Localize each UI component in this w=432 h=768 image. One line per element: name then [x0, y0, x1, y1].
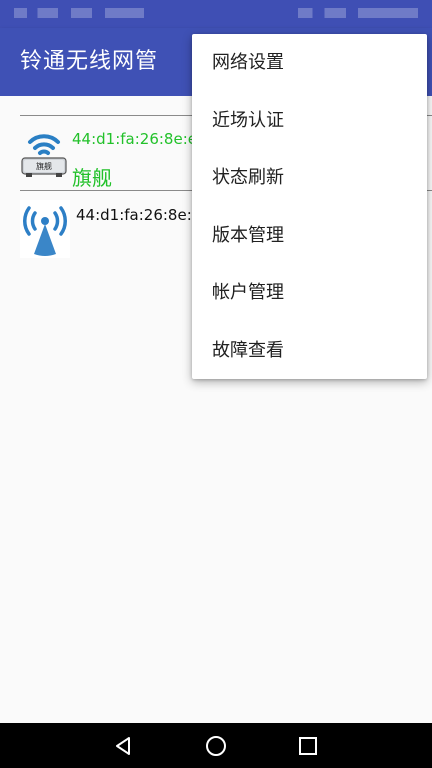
menu-item-account-management[interactable]: 帐户管理 [192, 264, 427, 322]
menu-item-version-management[interactable]: 版本管理 [192, 207, 427, 265]
menu-item-fault-view[interactable]: 故障查看 [192, 322, 427, 380]
device-badge: 旗舰 [36, 161, 52, 171]
status-bar-right [298, 8, 418, 18]
flagship-router-icon: 旗舰 [21, 134, 67, 177]
wireless-antenna-icon [20, 200, 70, 258]
menu-item-refresh-status[interactable]: 状态刷新 [192, 149, 427, 207]
status-bar-left [14, 8, 144, 18]
status-bar [0, 0, 432, 28]
menu-item-network-settings[interactable]: 网络设置 [192, 34, 427, 92]
menu-item-nfc-auth[interactable]: 近场认证 [192, 92, 427, 150]
device-mac: 44:d1:fa:26:8e:c [76, 206, 200, 224]
device-type: 旗舰 [72, 166, 112, 190]
home-icon[interactable] [205, 735, 227, 757]
recents-icon[interactable] [297, 735, 319, 757]
device-mac: 44:d1:fa:26:8e:e [72, 130, 197, 148]
app-title: 铃通无线网管 [20, 49, 159, 74]
back-icon[interactable] [112, 735, 134, 757]
overflow-menu: 网络设置 近场认证 状态刷新 版本管理 帐户管理 故障查看 [192, 34, 427, 379]
navigation-bar [0, 723, 432, 768]
